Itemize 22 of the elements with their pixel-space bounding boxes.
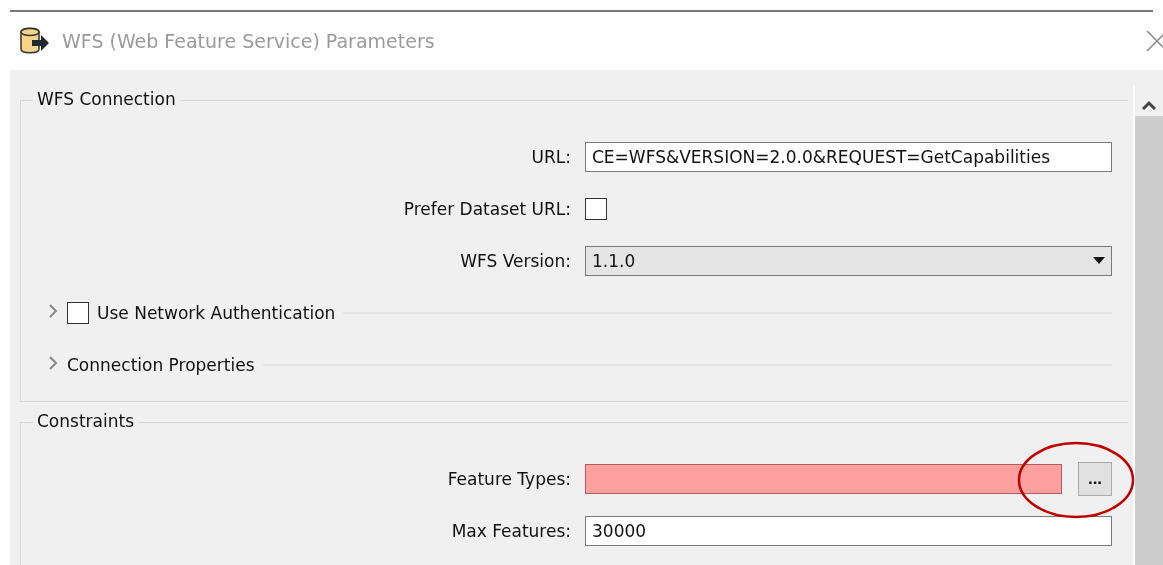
section-header[interactable]: Connection Properties <box>67 355 255 375</box>
browse-button[interactable]: ... <box>1078 462 1112 496</box>
chevron-icon[interactable] <box>47 355 59 371</box>
chevron-icon[interactable] <box>47 303 59 319</box>
text-field[interactable]: CE=WFS&VERSION=2.0.0&REQUEST=GetCapabilities <box>585 142 1112 172</box>
checkbox[interactable] <box>585 198 607 220</box>
checkbox[interactable] <box>67 302 89 324</box>
caret-icon <box>1093 257 1105 265</box>
field-label: Max Features: <box>450 521 571 541</box>
text-field[interactable] <box>585 464 1062 494</box>
field-label: Prefer Dataset URL: <box>402 199 571 219</box>
field-label: Feature Types: <box>446 469 571 489</box>
field-label: URL: <box>530 147 571 167</box>
dropdown[interactable]: 1.1.0 <box>585 246 1112 276</box>
close-icon[interactable] <box>1145 29 1163 53</box>
field-label: WFS Version: <box>459 251 571 271</box>
scrollbar-thumb[interactable] <box>1135 116 1163 565</box>
scroll-up-icon[interactable] <box>1142 100 1156 110</box>
section-header[interactable]: Use Network Authentication <box>97 303 336 323</box>
window-title: WFS (Web Feature Service) Parameters <box>62 30 436 52</box>
text-field[interactable]: 30000 <box>585 516 1112 546</box>
database-export-icon <box>18 26 50 56</box>
